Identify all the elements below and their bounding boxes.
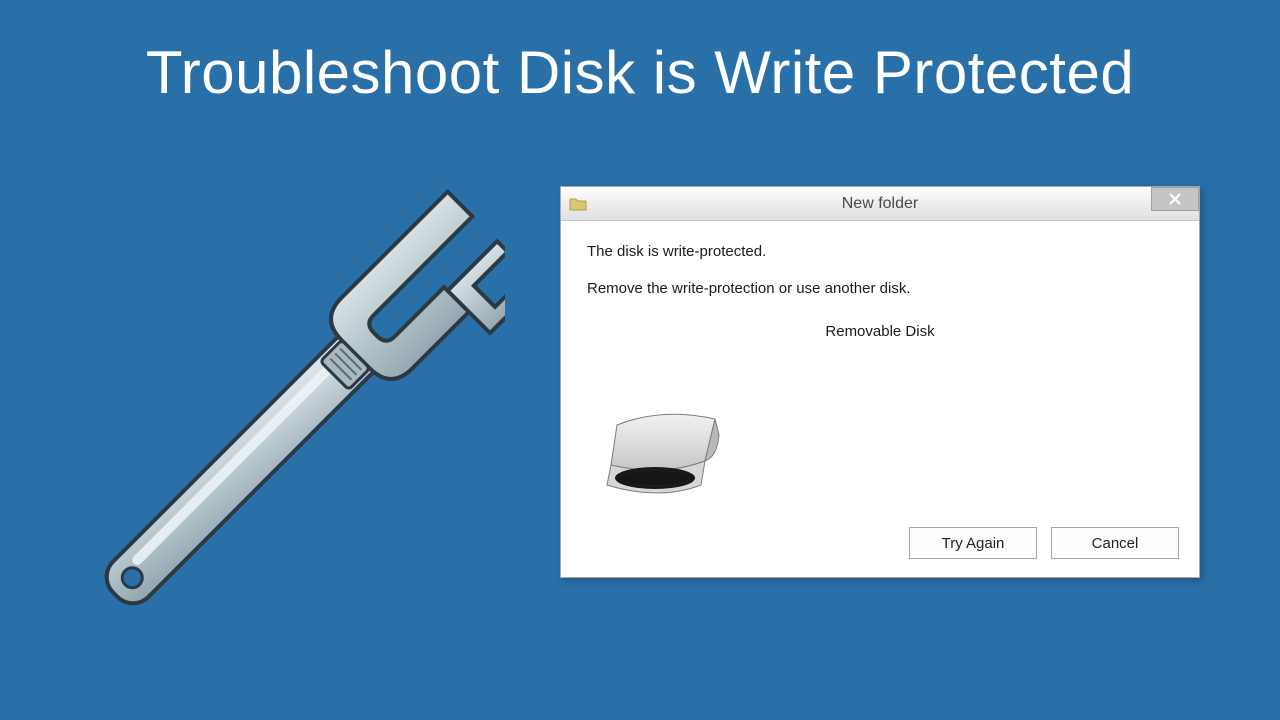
wrench-icon xyxy=(65,175,505,675)
folder-icon xyxy=(569,196,587,212)
dialog-titlebar: New folder xyxy=(561,187,1199,221)
error-dialog: New folder The disk is write-protected. … xyxy=(560,186,1200,578)
error-message-primary: The disk is write-protected. xyxy=(587,243,1173,260)
close-icon xyxy=(1169,193,1181,205)
try-again-button[interactable]: Try Again xyxy=(909,527,1037,559)
dialog-body: The disk is write-protected. Remove the … xyxy=(561,221,1199,340)
removable-drive-icon xyxy=(587,395,737,505)
cancel-button[interactable]: Cancel xyxy=(1051,527,1179,559)
page-title: Troubleshoot Disk is Write Protected xyxy=(0,0,1280,107)
disk-label: Removable Disk xyxy=(587,323,1173,340)
close-button[interactable] xyxy=(1151,187,1199,211)
error-message-secondary: Remove the write-protection or use anoth… xyxy=(587,280,1173,297)
dialog-title: New folder xyxy=(561,195,1199,213)
dialog-button-row: Try Again Cancel xyxy=(909,527,1179,559)
